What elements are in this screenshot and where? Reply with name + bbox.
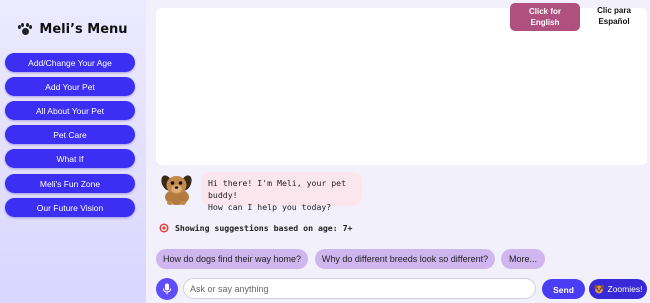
greeting-line-2: How can I help you today? <box>208 202 332 212</box>
zoomies-label: Zoomies! <box>607 284 643 294</box>
spanish-button-line1: Clic para <box>597 6 631 15</box>
suggestion-chip-breeds[interactable]: Why do different breeds look so differen… <box>315 249 495 269</box>
sidebar: Meli’s Menu Add/Change Your Age Add Your… <box>0 0 146 303</box>
suggestions-note-text: Showing suggestions based on age: 7+ <box>175 223 353 233</box>
chat-input[interactable] <box>183 278 536 299</box>
english-language-button[interactable]: Click for English <box>510 3 580 31</box>
menu-item-about-pet[interactable]: All About Your Pet <box>5 101 135 120</box>
suggestion-chip-more[interactable]: More... <box>501 249 545 269</box>
suggestions-note: Showing suggestions based on age: 7+ <box>159 222 352 234</box>
content-panel <box>156 8 647 165</box>
menu-item-age[interactable]: Add/Change Your Age <box>5 53 135 72</box>
meli-greeting-bubble: Hi there! I'm Meli, your pet buddy! How … <box>201 172 362 212</box>
zoomies-button[interactable]: Zoomies! <box>589 279 647 299</box>
spanish-button-line2: Español <box>598 17 630 26</box>
microphone-icon <box>163 283 171 295</box>
microphone-button[interactable] <box>156 278 178 300</box>
menu-item-future-vision[interactable]: Our Future Vision <box>5 198 135 217</box>
menu-item-add-pet[interactable]: Add Your Pet <box>5 77 135 96</box>
sidebar-title: Meli’s Menu <box>39 21 128 37</box>
sidebar-header: Meli’s Menu <box>0 18 146 40</box>
target-icon <box>159 223 169 233</box>
suggestion-chip-dogs-home[interactable]: How do dogs find their way home? <box>156 249 308 269</box>
english-button-line2: English <box>530 18 560 27</box>
dog-emoji-icon <box>593 284 604 294</box>
english-button-line1: Click for <box>528 7 561 16</box>
send-button[interactable]: Send <box>542 279 585 299</box>
meli-puppy-avatar <box>161 175 192 205</box>
menu-item-what-if[interactable]: What If <box>5 149 135 168</box>
paw-icon <box>18 23 33 35</box>
spanish-language-button[interactable]: Clic para Español <box>590 5 638 31</box>
menu-item-pet-care[interactable]: Pet Care <box>5 125 135 144</box>
greeting-line-1: Hi there! I'm Meli, your pet buddy! <box>208 178 347 200</box>
menu-item-fun-zone[interactable]: Meli's Fun Zone <box>5 174 135 193</box>
